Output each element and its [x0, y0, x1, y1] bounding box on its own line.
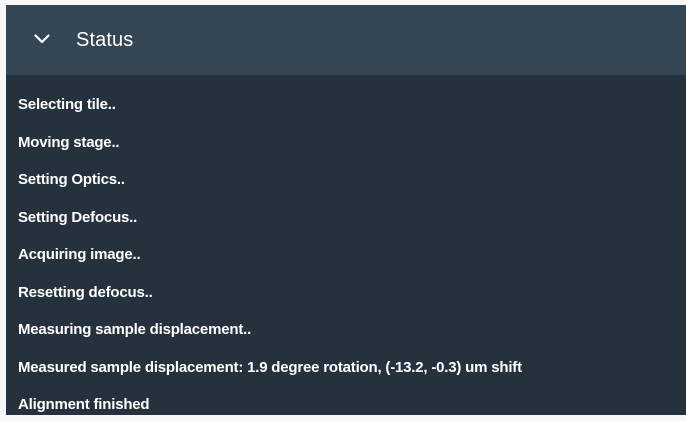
log-line: Setting Optics.. [18, 171, 125, 188]
log-line: Alignment finished [18, 396, 150, 413]
log-line: Setting Defocus.. [18, 208, 138, 226]
chevron-down-icon[interactable] [34, 31, 50, 47]
log-line: Selecting tile.. [18, 96, 116, 113]
log-line: Measured sample displacement: 1.9 degree… [18, 358, 522, 376]
status-panel-header[interactable]: Status [6, 5, 686, 75]
status-panel: Status Selecting tile.. Moving stage.. S… [6, 5, 686, 415]
log-line: Moving stage.. [18, 133, 120, 151]
log-line: Measuring sample displacement.. [18, 321, 252, 338]
log-line: Acquiring image.. [18, 246, 141, 263]
panel-title: Status [76, 28, 134, 51]
status-log: Selecting tile.. Moving stage.. Setting … [6, 75, 686, 415]
log-line: Resetting defocus.. [18, 283, 153, 301]
